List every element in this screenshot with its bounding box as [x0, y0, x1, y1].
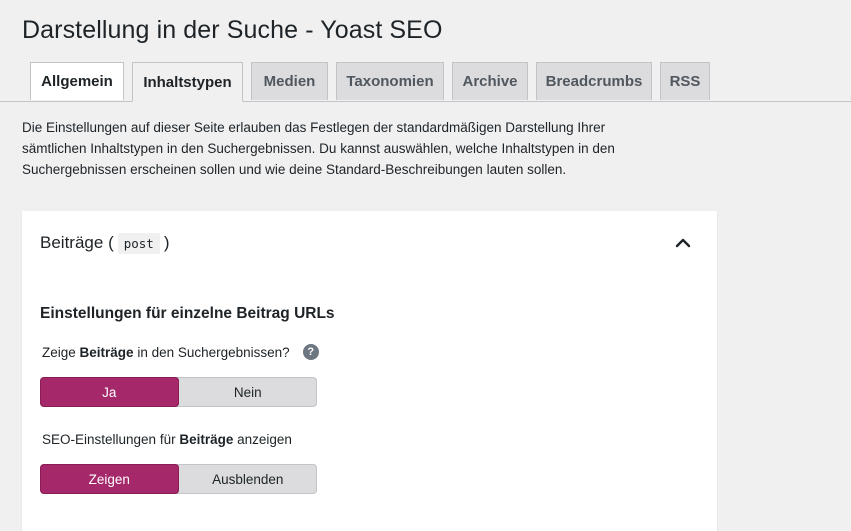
- show-in-search-label: Zeige Beiträge in den Suchergebnissen? ?: [42, 344, 319, 360]
- label-suffix: in den Suchergebnissen?: [133, 344, 290, 360]
- tab-archive[interactable]: Archive: [452, 62, 528, 100]
- intro-text: Die Einstellungen auf dieser Seite erlau…: [22, 117, 662, 180]
- intro-line: Die Einstellungen auf dieser Seite erlau…: [22, 120, 606, 135]
- seo-settings-label: SEO-Einstellungen für Beiträge anzeigen: [42, 432, 292, 447]
- card-title: Beiträge (post): [40, 233, 170, 254]
- label-prefix: Zeige: [42, 344, 80, 360]
- label-suffix: anzeigen: [233, 432, 292, 447]
- intro-line: sämtlichen Inhaltstypen in den Suchergeb…: [22, 141, 615, 156]
- tab-inhaltstypen[interactable]: Inhaltstypen: [132, 62, 243, 102]
- section-title: Einstellungen für einzelne Beitrag URLs: [40, 305, 335, 322]
- card-title-label: Beiträge: [40, 233, 104, 252]
- chevron-up-icon[interactable]: [671, 231, 695, 255]
- show-in-search-toggle: Ja Nein: [40, 377, 317, 407]
- toggle-option-zeigen[interactable]: Zeigen: [40, 464, 179, 494]
- toggle-option-ja[interactable]: Ja: [40, 377, 179, 407]
- toggle-option-nein[interactable]: Nein: [179, 377, 318, 407]
- tab-rss[interactable]: RSS: [660, 62, 710, 100]
- card-header[interactable]: Beiträge (post): [40, 229, 699, 257]
- help-icon[interactable]: ?: [302, 344, 319, 360]
- tab-allgemein[interactable]: Allgemein: [30, 62, 124, 100]
- toggle-option-ausblenden[interactable]: Ausblenden: [179, 464, 318, 494]
- tab-bar: Allgemein Inhaltstypen Medien Taxonomien…: [0, 62, 851, 102]
- label-bold: Beiträge: [179, 432, 234, 447]
- post-type-card: Beiträge (post) Einstellungen für einzel…: [22, 211, 717, 531]
- label-bold: Beiträge: [79, 344, 134, 360]
- tab-breadcrumbs[interactable]: Breadcrumbs: [536, 62, 652, 100]
- page-title: Darstellung in der Suche - Yoast SEO: [22, 16, 443, 44]
- paren-close: ): [163, 233, 170, 252]
- intro-line: Suchergebnissen erscheinen sollen und wi…: [22, 162, 567, 177]
- tab-medien[interactable]: Medien: [251, 62, 328, 100]
- paren-open: (: [108, 233, 114, 252]
- tab-taxonomien[interactable]: Taxonomien: [336, 62, 444, 100]
- label-prefix: SEO-Einstellungen für: [42, 432, 180, 447]
- post-type-code: post: [117, 233, 160, 254]
- seo-settings-toggle: Zeigen Ausblenden: [40, 464, 317, 494]
